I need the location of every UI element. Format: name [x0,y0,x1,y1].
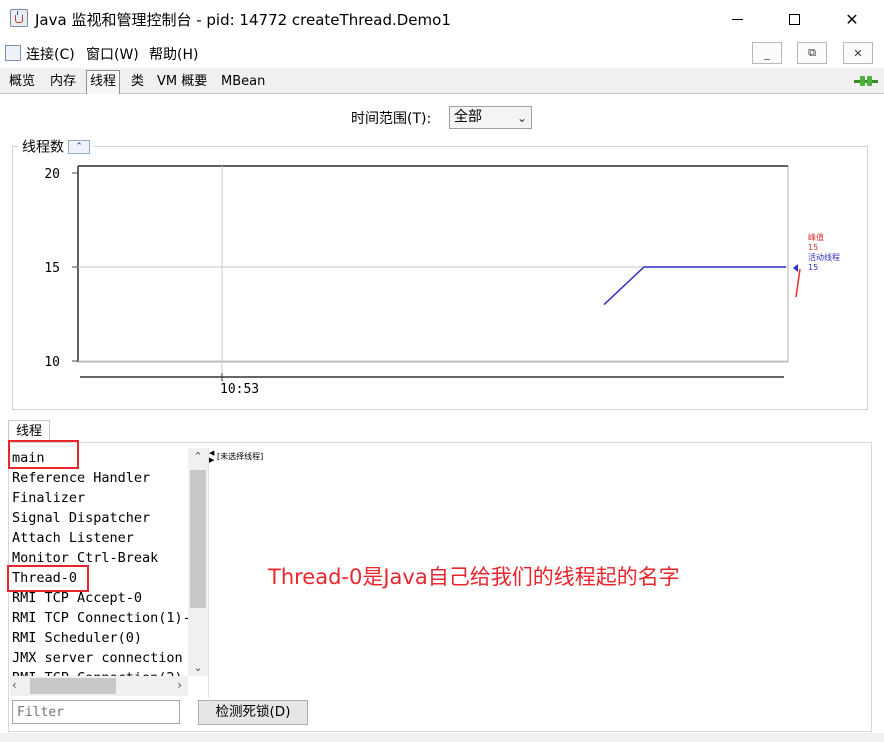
chevron-down-icon: ⌄ [516,111,527,125]
mdi-minimize-button[interactable]: _ [752,42,782,64]
filter-input[interactable] [12,700,180,724]
thread-list-item[interactable]: RMI Scheduler(0) [10,628,188,648]
split-pane-divider[interactable] [208,448,214,698]
tab-overview[interactable]: 概览 [6,71,38,93]
scroll-up-icon[interactable]: ⌃ [188,450,208,463]
legend-peak-marker [795,268,801,298]
highlight-box-main [8,440,79,469]
window-title: Java 监视和管理控制台 - pid: 14772 createThread.… [35,11,451,29]
minimize-icon [731,18,743,20]
time-range-select[interactable]: 全部 ⌄ [449,106,532,129]
legend-active-value: 15 [808,263,818,272]
legend-active-name: 活动线程 [808,252,840,262]
close-button[interactable]: ✕ [829,0,875,38]
threads-list-tab[interactable]: 线程 [8,420,50,442]
thread-list-item[interactable]: Finalizer [10,488,188,508]
chart-panel-header: 线程数 ⌃ [18,136,94,156]
maximize-button[interactable] [771,0,817,38]
maximize-icon [788,13,800,25]
legend-peak-value: 15 [808,243,818,252]
highlight-box-thread-0 [7,565,89,592]
scroll-down-icon[interactable]: ⌄ [188,661,208,674]
tab-threads[interactable]: 线程 [86,70,121,94]
thread-list-item[interactable]: RMI TCP Connection(2) [10,668,188,676]
y-tick-label: 20 [44,167,60,182]
mdi-restore-icon: ⧉ [808,46,816,59]
thread-list-item[interactable]: Reference Handler [10,468,188,488]
y-tick-label: 10 [44,355,60,370]
y-tick-label: 15 [44,261,60,276]
detect-deadlock-button[interactable]: 检测死锁(D) [198,700,308,725]
tab-mbean[interactable]: MBean [218,71,268,93]
minimize-button[interactable] [714,0,760,38]
tab-vm-summary[interactable]: VM 概要 [154,71,210,93]
tab-classes[interactable]: 类 [128,71,147,93]
window-bottom-edge [0,733,884,742]
scroll-right-icon[interactable]: › [177,678,182,692]
close-icon: ✕ [845,9,859,29]
thread-list-item[interactable]: Attach Listener [10,528,188,548]
tab-memory[interactable]: 内存 [47,71,79,93]
mdi-minimize-icon: _ [764,46,770,60]
scroll-left-icon[interactable]: ‹ [12,678,17,692]
thread-count-chart: 10152010:53 峰值15活动线程15 [44,165,840,397]
horizontal-scroll-thumb[interactable] [30,678,116,694]
plot-area [77,165,789,363]
chart-legend: 峰值15活动线程15 [793,232,840,298]
divider-collapse-icon[interactable]: ◀ ▶ [209,450,214,464]
connection-status-icon [854,76,878,86]
time-range-value: 全部 [454,109,482,125]
java-app-icon [10,9,28,27]
thread-detail: [未选择线程] [217,452,264,461]
mdi-close-icon: ✕ [853,46,863,60]
annotation-text: Thread-0是Java自己给我们的线程起的名字 [268,565,680,589]
mdi-restore-button[interactable]: ⧉ [797,42,827,64]
menu-window[interactable]: 窗口(W) [86,44,139,64]
time-range-label: 时间范围(T): [351,111,432,127]
thread-list[interactable]: main Reference Handler Finalizer Signal Dis… [10,448,188,676]
thread-list-item[interactable]: RMI TCP Connection(1)- [10,608,188,628]
window-menu-icon[interactable] [5,45,21,61]
x-tick-label: 10:53 [220,382,259,397]
thread-list-item[interactable]: Signal Dispatcher [10,508,188,528]
legend-active-arrow [793,264,798,272]
vertical-scroll-thumb[interactable] [190,470,206,608]
mdi-close-button[interactable]: ✕ [843,42,873,64]
thread-list-item[interactable]: JMX server connection [10,648,188,668]
legend-peak-name: 峰值 [808,232,824,242]
menu-help[interactable]: 帮助(H) [149,44,198,64]
collapse-button[interactable]: ⌃ [68,139,90,154]
menu-connection[interactable]: 连接(C) [26,44,75,64]
chart-title: 线程数 [22,139,64,156]
